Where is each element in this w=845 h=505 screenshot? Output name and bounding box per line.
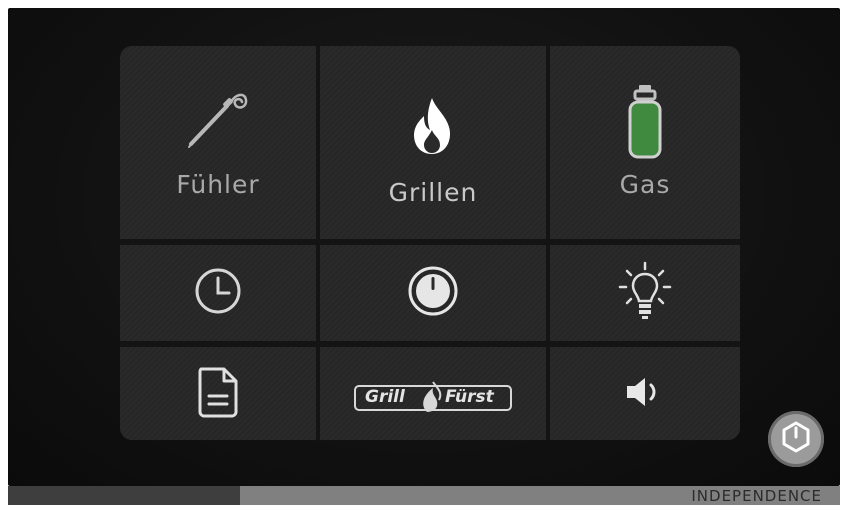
- tile-grill-label: Grillen: [388, 178, 478, 207]
- tile-gas-label: Gas: [619, 170, 671, 199]
- tile-brand-logo[interactable]: Grill Fürst: [320, 347, 546, 440]
- tile-sound[interactable]: [550, 347, 740, 440]
- dial-knob-icon: [407, 265, 459, 321]
- gas-bottle-icon: [627, 84, 663, 164]
- tile-notes[interactable]: [120, 347, 316, 440]
- status-bar-left: [8, 486, 240, 505]
- power-button[interactable]: [768, 411, 824, 467]
- tile-probe-label: Fühler: [176, 170, 260, 199]
- tile-timer[interactable]: [120, 245, 316, 341]
- tile-grill[interactable]: Grillen: [320, 46, 546, 239]
- logo-text-left: Grill: [365, 386, 405, 407]
- clock-icon: [193, 266, 243, 320]
- grillfuerst-logo: Grill Fürst: [353, 374, 513, 414]
- tile-knob[interactable]: [320, 245, 546, 341]
- speaker-icon: [623, 372, 667, 416]
- flame-icon: [410, 96, 456, 160]
- meat-probe-icon: [185, 86, 251, 156]
- menu-grid: Fühler Grillen Gas Grill Fürst: [120, 46, 740, 440]
- tile-gas[interactable]: Gas: [550, 46, 740, 239]
- tile-probe[interactable]: Fühler: [120, 46, 316, 239]
- model-name: INDEPENDENCE: [691, 487, 822, 505]
- power-icon: [778, 419, 814, 459]
- status-bar: INDEPENDENCE: [8, 486, 840, 505]
- tile-light[interactable]: [550, 245, 740, 341]
- logo-text-right: Fürst: [445, 386, 494, 407]
- document-icon: [196, 366, 240, 422]
- light-bulb-icon: [617, 261, 673, 325]
